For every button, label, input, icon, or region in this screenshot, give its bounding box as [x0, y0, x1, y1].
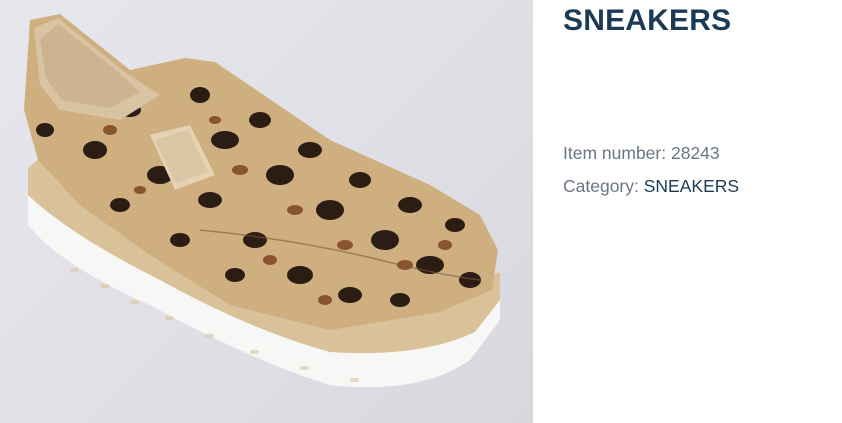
category-link[interactable]: SNEAKERS	[644, 176, 739, 196]
item-number-value: 28243	[670, 143, 720, 163]
product-image	[0, 0, 533, 423]
product-info: SNEAKERS Item number: 28243 Category: SN…	[563, 0, 833, 423]
category-label: Category:	[563, 176, 639, 196]
item-number-row: Item number: 28243	[563, 143, 720, 164]
category-row: Category: SNEAKERS	[563, 176, 739, 197]
product-page: SNEAKERS Item number: 28243 Category: SN…	[0, 0, 842, 423]
product-title: SNEAKERS	[563, 4, 732, 37]
item-number-label: Item number:	[563, 143, 667, 163]
